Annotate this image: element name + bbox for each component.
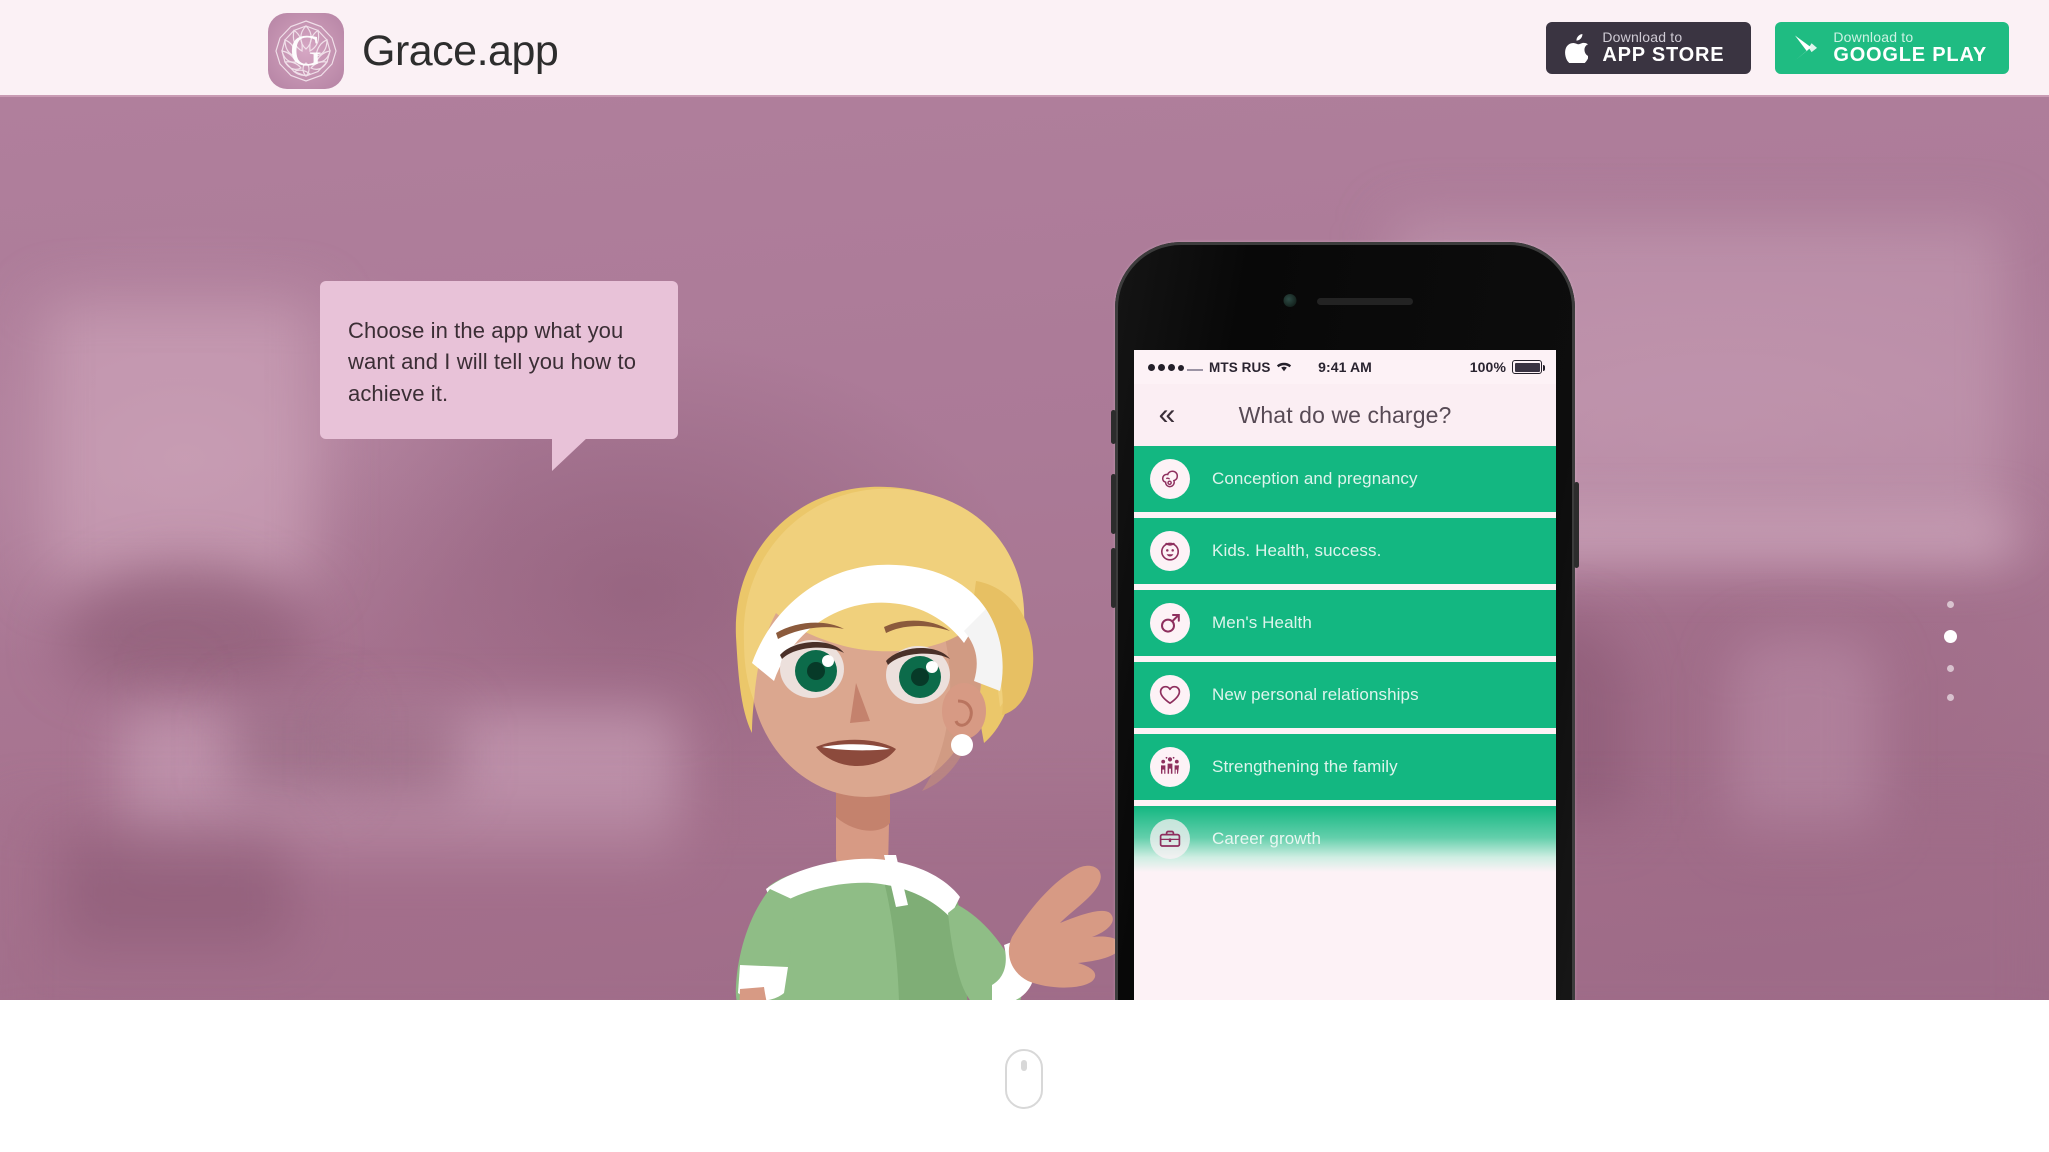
google-play-button[interactable]: Download to GOOGLE PLAY	[1775, 22, 2009, 74]
phone-volume-up-button	[1111, 474, 1116, 534]
svg-text:G: G	[290, 26, 322, 75]
phone-earpiece-speaker	[1317, 298, 1413, 305]
list-item-label: Strengthening the family	[1212, 757, 1398, 776]
app-store-button[interactable]: Download to APP STORE	[1546, 22, 1752, 74]
list-item[interactable]: Men's Health	[1134, 590, 1556, 656]
list-item-label: Conception and pregnancy	[1212, 469, 1418, 488]
scroll-mouse-icon	[1005, 1049, 1043, 1109]
store-buttons: Download to APP STORE Download to GOOGLE…	[1546, 22, 2009, 74]
wifi-icon	[1276, 359, 1292, 375]
list-item[interactable]: Kids. Health, success.	[1134, 518, 1556, 584]
list-item-label: Career growth	[1212, 829, 1322, 848]
status-bar-left: MTS RUS	[1148, 359, 1318, 375]
brand-name: Grace.app	[362, 26, 559, 75]
grace-character-illustration	[640, 457, 1140, 1000]
list-item[interactable]: Strengthening the family	[1134, 734, 1556, 800]
category-list: Conception and pregnancy Kids. Health, s…	[1134, 446, 1556, 872]
pagination-dot-2[interactable]	[1944, 630, 1957, 643]
phone-power-button	[1574, 482, 1579, 568]
status-bar: MTS RUS 9:41 AM 100%	[1134, 350, 1556, 384]
speech-bubble-text: Choose in the app what you want and I wi…	[348, 318, 637, 406]
pagination-dot-1[interactable]	[1947, 601, 1954, 608]
speech-bubble: Choose in the app what you want and I wi…	[320, 281, 678, 472]
brand[interactable]: G Grace.app	[268, 13, 559, 89]
phone-mute-switch	[1111, 410, 1116, 444]
heart-outline-icon	[1150, 675, 1190, 715]
chevron-double-left-icon[interactable]: «	[1134, 400, 1200, 430]
app-navigation-bar: « What do we charge?	[1134, 384, 1556, 446]
status-bar-carrier: MTS RUS	[1209, 359, 1271, 375]
phone-mockup: MTS RUS 9:41 AM 100% « What do we charge…	[1111, 242, 1579, 1000]
background-picture-frame	[40, 297, 320, 587]
phone-volume-down-button	[1111, 548, 1116, 608]
google-play-sublabel: Download to	[1833, 29, 1914, 46]
google-play-title: GOOGLE PLAY	[1833, 43, 1987, 66]
app-store-label: Download to APP STORE	[1602, 30, 1724, 66]
baby-face-icon	[1150, 531, 1190, 571]
mars-symbol-icon	[1150, 603, 1190, 643]
background-pillow-right	[340, 707, 460, 802]
phone-screen: MTS RUS 9:41 AM 100% « What do we charge…	[1134, 350, 1556, 1000]
list-item-label: New personal relationships	[1212, 685, 1419, 704]
list-item-label: Men's Health	[1212, 613, 1312, 632]
fetus-icon	[1150, 459, 1190, 499]
google-play-icon	[1793, 34, 1819, 62]
list-item[interactable]: Conception and pregnancy	[1134, 446, 1556, 512]
list-item[interactable]: Career growth	[1134, 806, 1556, 872]
google-play-label: Download to GOOGLE PLAY	[1833, 30, 1987, 66]
pagination-dot-4[interactable]	[1947, 694, 1954, 701]
site-header: G Grace.app Download to APP STORE Downlo…	[0, 0, 2049, 97]
status-bar-time: 9:41 AM	[1318, 359, 1372, 375]
signal-dots-icon	[1148, 363, 1203, 371]
apple-icon	[1564, 33, 1589, 63]
battery-full-icon	[1512, 360, 1545, 374]
pagination-dot-3[interactable]	[1947, 665, 1954, 672]
phone-front-camera	[1283, 294, 1297, 307]
lotus-g-logo-icon: G	[268, 13, 344, 89]
status-bar-battery-percent: 100%	[1469, 359, 1506, 375]
hero-pagination[interactable]	[1944, 601, 1957, 701]
list-item[interactable]: New personal relationships	[1134, 662, 1556, 728]
hero-section: Choose in the app what you want and I wi…	[0, 97, 2049, 1000]
app-store-title: APP STORE	[1602, 43, 1725, 66]
landing-page: G Grace.app Download to APP STORE Downlo…	[0, 0, 2049, 1152]
status-bar-right: 100%	[1372, 359, 1545, 375]
app-store-sublabel: Download to	[1602, 29, 1683, 46]
briefcase-icon	[1150, 819, 1190, 859]
family-group-icon	[1150, 747, 1190, 787]
background-chair-right	[1729, 637, 1879, 837]
background-pillow-left	[230, 697, 350, 797]
list-item-label: Kids. Health, success.	[1212, 541, 1382, 560]
